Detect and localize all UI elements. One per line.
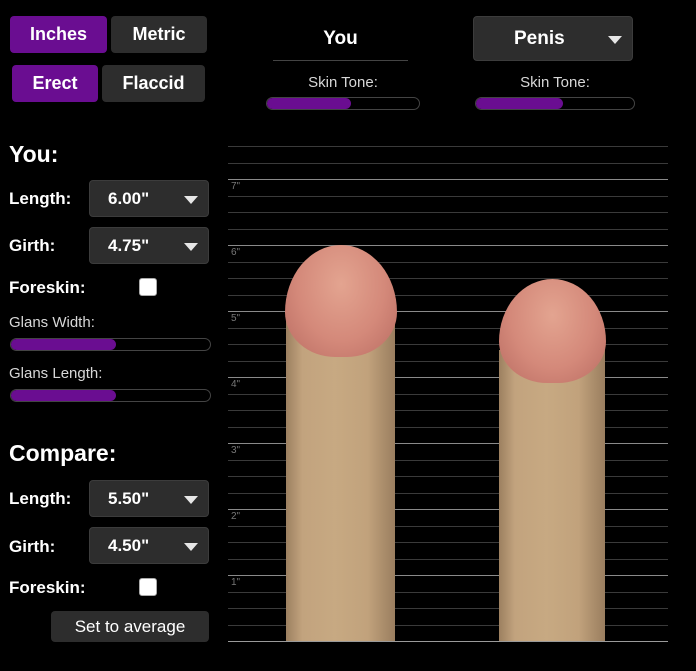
you-girth-select[interactable]: 4.75" (89, 227, 209, 264)
set-to-average-button[interactable]: Set to average (51, 611, 209, 642)
glans-length-label: Glans Length: (9, 365, 103, 382)
gridline (228, 212, 668, 213)
tick-label: 7" (231, 181, 241, 192)
tick-label: 5" (231, 313, 241, 324)
compare-type-value: Penis (514, 27, 565, 49)
gridline (228, 196, 668, 197)
tick-label: 4" (231, 379, 241, 390)
compare-skin-tone-slider[interactable] (475, 97, 635, 110)
you-length-label: Length: (9, 189, 72, 208)
inches-button[interactable]: Inches (10, 16, 107, 53)
gridline (228, 262, 668, 263)
gridline (228, 229, 668, 230)
chevron-down-icon (184, 242, 198, 251)
gridline (228, 163, 668, 164)
compare-girth-select[interactable]: 4.50" (89, 527, 209, 564)
compare-girth-label: Girth: (9, 537, 56, 556)
chevron-down-icon (184, 542, 198, 551)
glans-length-fill (11, 390, 117, 401)
you-title-underline (273, 60, 408, 61)
you-girth-label: Girth: (9, 236, 56, 255)
you-length-value: 6.00" (108, 188, 150, 208)
you-section-title: You: (9, 141, 59, 167)
chevron-down-icon (608, 35, 622, 44)
chevron-down-icon (184, 495, 198, 504)
gridline (228, 146, 668, 147)
compare-girth-value: 4.50" (108, 535, 150, 555)
baseline (228, 641, 668, 642)
tick-label: 3" (231, 445, 241, 456)
compare-length-label: Length: (9, 489, 72, 508)
tick-label: 1" (231, 577, 241, 588)
you-foreskin-label: Foreskin: (9, 278, 86, 297)
you-skin-tone-fill (267, 98, 351, 109)
you-girth-value: 4.75" (108, 235, 150, 255)
metric-button[interactable]: Metric (111, 16, 207, 53)
compare-type-select[interactable]: Penis (473, 16, 633, 61)
compare-foreskin-checkbox[interactable] (139, 578, 157, 596)
erect-button[interactable]: Erect (12, 65, 98, 102)
tick-label: 6" (231, 247, 241, 258)
compare-shaft (499, 350, 605, 641)
compare-skin-tone-label: Skin Tone: (520, 74, 590, 91)
glans-length-slider[interactable] (10, 389, 211, 402)
you-length-select[interactable]: 6.00" (89, 180, 209, 217)
compare-length-select[interactable]: 5.50" (89, 480, 209, 517)
gridline-6in (228, 245, 668, 246)
compare-length-value: 5.50" (108, 488, 150, 508)
you-shaft (286, 320, 395, 641)
compare-skin-tone-fill (476, 98, 563, 109)
compare-section-title: Compare: (9, 440, 117, 466)
you-foreskin-checkbox[interactable] (139, 278, 157, 296)
chevron-down-icon (184, 195, 198, 204)
gridline-7in (228, 179, 668, 180)
you-skin-tone-slider[interactable] (266, 97, 420, 110)
glans-width-fill (11, 339, 117, 350)
tick-label: 2" (231, 511, 241, 522)
flaccid-button[interactable]: Flaccid (102, 65, 205, 102)
you-column-title: You (323, 28, 358, 49)
glans-width-label: Glans Width: (9, 314, 95, 331)
compare-foreskin-label: Foreskin: (9, 578, 86, 597)
you-skin-tone-label: Skin Tone: (308, 74, 378, 91)
glans-width-slider[interactable] (10, 338, 211, 351)
